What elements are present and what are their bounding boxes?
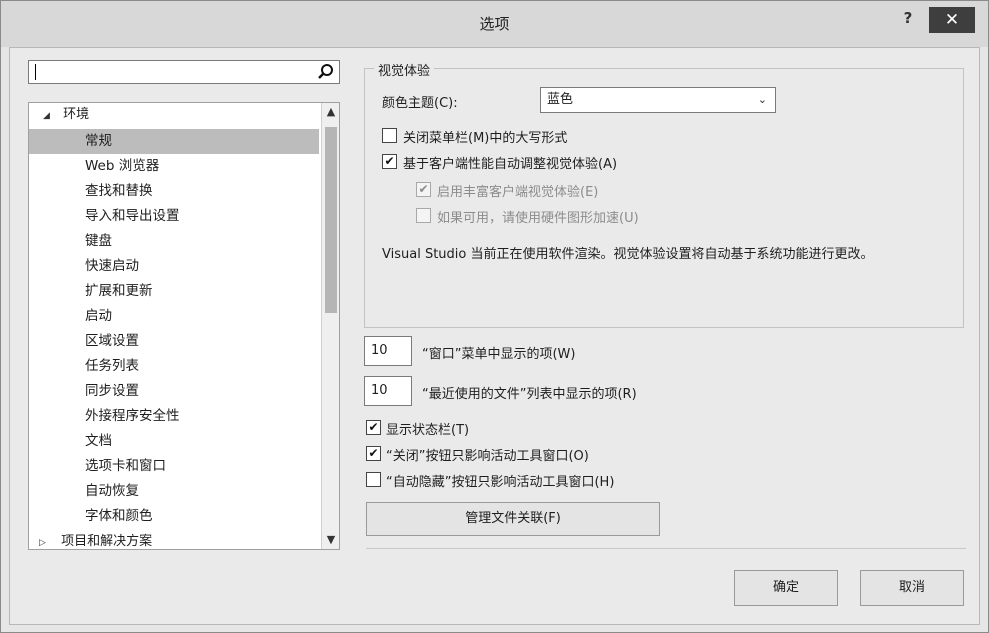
ok-button[interactable]: 确定 xyxy=(734,570,838,606)
scroll-down-icon[interactable]: ▼ xyxy=(322,531,339,549)
color-theme-value: 蓝色 xyxy=(547,92,574,107)
tree-item[interactable]: 文档 xyxy=(29,429,319,454)
options-tree: ◢ 环境 常规 Web 浏览器 查找和替换导入和导出设置 键盘快速启动扩展和更新启动区… xyxy=(28,102,340,550)
tree-item-label: 外接程序安全性 xyxy=(85,408,180,424)
tree-item-label: 文档 xyxy=(85,433,112,449)
close-affects-active-checkbox[interactable]: ✔ xyxy=(366,446,381,461)
tree-item[interactable]: 选项卡和窗口 xyxy=(29,454,319,479)
close-button[interactable]: ✕ xyxy=(929,7,975,33)
tree-item-label: 自动恢复 xyxy=(85,483,139,499)
tree-item-label: 同步设置 xyxy=(85,383,139,399)
group-title: 视觉体验 xyxy=(374,60,435,79)
dialog-body: ◢ 环境 常规 Web 浏览器 查找和替换导入和导出设置 键盘快速启动扩展和更新启动区… xyxy=(9,47,980,625)
color-theme-select[interactable]: 蓝色 ⌄ xyxy=(540,87,776,113)
tree-item[interactable]: 外接程序安全性 xyxy=(29,404,319,429)
window-items-input[interactable]: 10 xyxy=(364,336,412,366)
tree-item-label: 字体和颜色 xyxy=(85,508,153,524)
tree-item-label: Web 浏览器 xyxy=(85,158,160,174)
chevron-down-icon: ⌄ xyxy=(757,93,767,106)
close-icon: ✕ xyxy=(944,10,960,30)
recent-files-input[interactable]: 10 xyxy=(364,376,412,406)
statusbar-label[interactable]: 显示状态栏(T) xyxy=(386,419,469,438)
rich-visual-checkbox: ✔ xyxy=(416,182,431,197)
tree-node-environment[interactable]: ◢ 环境 xyxy=(29,103,319,127)
tree-item[interactable]: 导入和导出设置 xyxy=(29,204,319,229)
tree-item[interactable]: 扩展和更新 xyxy=(29,279,319,304)
scroll-up-icon[interactable]: ▲ xyxy=(322,103,339,121)
recent-files-label: “最近使用的文件”列表中显示的项(R) xyxy=(422,387,637,402)
rendering-info-text: Visual Studio 当前正在使用软件渲染。视觉体验设置将自动基于系统功能… xyxy=(382,247,874,262)
auto-adjust-label[interactable]: 基于客户端性能自动调整视觉体验(A) xyxy=(403,153,617,172)
tree-item[interactable]: 字体和颜色 xyxy=(29,504,319,529)
tree-item[interactable]: 区域设置 xyxy=(29,329,319,354)
tree-item[interactable]: 任务列表 xyxy=(29,354,319,379)
autohide-affects-active-checkbox[interactable] xyxy=(366,472,381,487)
tree-item-label: 键盘 xyxy=(85,233,112,249)
tree-item-label: 快速启动 xyxy=(85,258,139,274)
tree-node-label: 项目和解决方案 xyxy=(61,534,153,549)
scroll-thumb[interactable] xyxy=(325,127,337,313)
tree-item[interactable]: 启动 xyxy=(29,304,319,329)
statusbar-checkbox[interactable]: ✔ xyxy=(366,420,381,435)
title-bar: 选项 ? ✕ xyxy=(1,1,988,47)
tree-node-projects[interactable]: ▷ 项目和解决方案 xyxy=(29,531,319,549)
hardware-accel-label: 如果可用，请使用硬件图形加速(U) xyxy=(437,211,639,226)
expanded-triangle-icon: ◢ xyxy=(43,111,50,121)
manage-file-associations-button[interactable]: 管理文件关联(F) xyxy=(366,502,660,536)
tree-item-label: 扩展和更新 xyxy=(85,283,153,299)
uppercase-menu-label[interactable]: 关闭菜单栏(M)中的大写形式 xyxy=(403,127,567,146)
tree-item[interactable]: 常规 xyxy=(29,129,319,154)
close-affects-active-label[interactable]: “关闭”按钮只影响活动工具窗口(O) xyxy=(386,445,589,464)
tree-item-label: 区域设置 xyxy=(85,333,139,349)
search-input[interactable] xyxy=(28,60,340,84)
tree-item-label: 任务列表 xyxy=(85,358,139,374)
separator xyxy=(366,548,966,549)
tree-item[interactable]: 键盘 xyxy=(29,229,319,254)
tree-item-label: 启动 xyxy=(85,308,112,324)
tree-item-label: 常规 xyxy=(85,133,112,149)
help-button[interactable]: ? xyxy=(897,9,919,31)
tree-item[interactable]: Web 浏览器 xyxy=(29,154,319,179)
text-cursor xyxy=(35,64,36,80)
collapsed-triangle-icon: ▷ xyxy=(39,538,46,548)
tree-item[interactable]: 自动恢复 xyxy=(29,479,319,504)
auto-adjust-checkbox[interactable]: ✔ xyxy=(382,154,397,169)
tree-item[interactable]: 快速启动 xyxy=(29,254,319,279)
cancel-button[interactable]: 取消 xyxy=(860,570,964,606)
color-theme-label: 颜色主题(C): xyxy=(382,96,458,111)
tree-item[interactable]: 查找和替换 xyxy=(29,179,319,204)
tree-scrollbar[interactable]: ▲ ▼ xyxy=(321,103,339,549)
tree-item[interactable]: 同步设置 xyxy=(29,379,319,404)
tree-item-label: 查找和替换 xyxy=(85,183,153,199)
rich-visual-label: 启用丰富客户端视觉体验(E) xyxy=(437,185,599,200)
window-items-label: “窗口”菜单中显示的项(W) xyxy=(422,347,576,362)
dialog-title: 选项 xyxy=(479,15,510,33)
search-icon[interactable] xyxy=(317,63,335,81)
tree-item-label: 选项卡和窗口 xyxy=(85,458,166,474)
autohide-affects-active-label[interactable]: “自动隐藏”按钮只影响活动工具窗口(H) xyxy=(386,471,614,490)
tree-item-label: 导入和导出设置 xyxy=(85,208,180,224)
hardware-accel-checkbox xyxy=(416,208,431,223)
tree-node-label: 环境 xyxy=(63,107,90,122)
options-dialog: 选项 ? ✕ ◢ 环境 常规 Web 浏览器 查找和替换导入和导出设置 键盘快速启动扩… xyxy=(0,0,989,633)
uppercase-menu-checkbox[interactable] xyxy=(382,128,397,143)
